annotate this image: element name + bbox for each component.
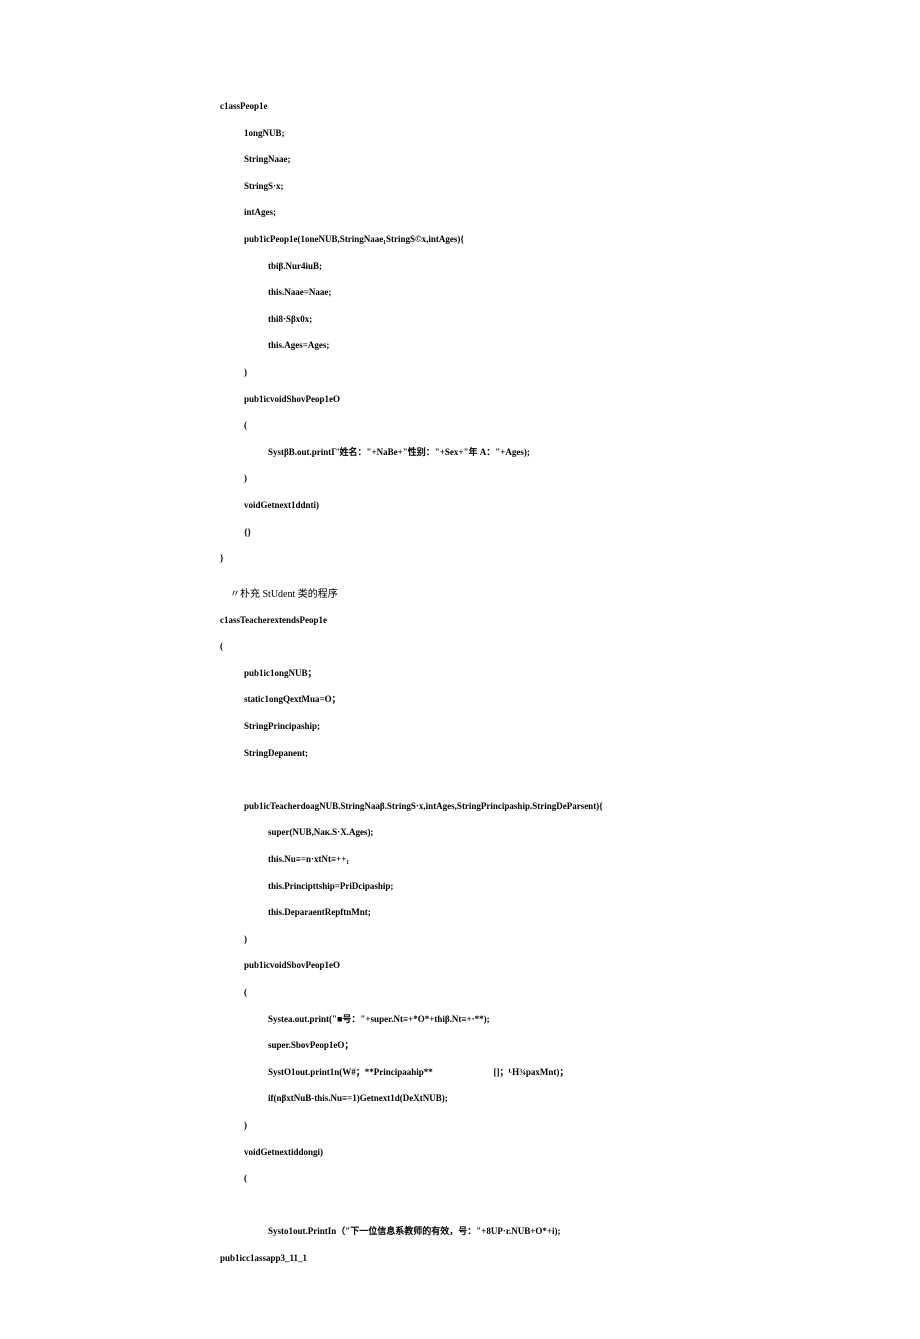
code-line: voidGetnextiddongi) [220,1146,700,1159]
code-line: {} [220,526,700,539]
code-line: ( [220,986,700,999]
code-line: pub1icvoidShovPeop1eO [220,393,700,406]
code-line: StringPrincipaship; [220,720,700,733]
document-page: c1assPeop1e 1ongNUB; StringNaae; StringS·x;… [0,0,920,1339]
code-line: StringNaae; [220,153,700,166]
code-line [220,773,700,786]
code-line: 1ongNUB; [220,127,700,140]
code-line: Systea.out.print("■号："+super.Nt≡+*O*+thi… [220,1013,700,1026]
code-line: pub1icTeacherdoagNUB.StringNaaβ.StringS·… [220,800,700,813]
code-line: this.DeparaentRepftnMnt; [220,906,700,919]
code-line: pub1ic1ongNUB； [220,667,700,680]
code-block-2: c1assTeacherextendsPeop1e ( pub1ic1ongNUB；… [220,614,700,1265]
code-line: SystO1out.print1n(W#；**Principaahip** []… [220,1066,700,1079]
code-line: c1assPeop1e [220,100,700,113]
code-line: super(NUB,Naк.S·X.Ages); [220,826,700,839]
code-line: Systo1out.PrintIn（"下一位信息系教师的有效，号："+8UP·r… [220,1225,700,1238]
code-line: StringDepanent; [220,747,700,760]
code-line: static1ongQextMua=O； [220,693,700,706]
code-line: } [220,552,700,565]
code-line: c1assTeacherextendsPeop1e [220,614,700,627]
code-line: this.Naae=Naae; [220,286,700,299]
code-line: tbiβ.Nur4iuB; [220,260,700,273]
code-line: SystβB.out.printΓ'姓名："+NaBe+"性别："+Sex+"年… [220,446,700,459]
code-line: this.Nu≡=n·xtNt≡++₁ [220,853,700,866]
code-line: thi8·Sβx0x; [220,313,700,326]
code-line: super.SbovPeop1eO； [220,1039,700,1052]
code-line: if(nβxtNuB-this.Nu≡=1)Getnext1d(DeXtNUB)… [220,1092,700,1105]
code-line: this.Ages=Ages; [220,339,700,352]
code-line: intAges; [220,206,700,219]
code-block-1: c1assPeop1e 1ongNUB; StringNaae; StringS·x;… [220,100,700,565]
code-line: pub1icvoidSbovPeop1eO [220,959,700,972]
code-line: this.Principttship=PriDcipaship; [220,880,700,893]
code-line: pub1icPeop1e(1oneNUB,StringNaae₁StringS©… [220,233,700,246]
code-line: ) [220,1119,700,1132]
code-line: ) [220,933,700,946]
code-line: ( [220,419,700,432]
code-line [220,1199,700,1212]
code-line: pub1icc1assapp3_11_1 [220,1252,700,1265]
code-line: ) [220,366,700,379]
code-line: ( [220,1172,700,1185]
code-line: ) [220,472,700,485]
code-line: ( [220,640,700,653]
comment-line: 〃朴充 StUdent 类的程序 [220,585,700,600]
code-line: StringS·x; [220,180,700,193]
code-line: voidGetnext1ddnti) [220,499,700,512]
